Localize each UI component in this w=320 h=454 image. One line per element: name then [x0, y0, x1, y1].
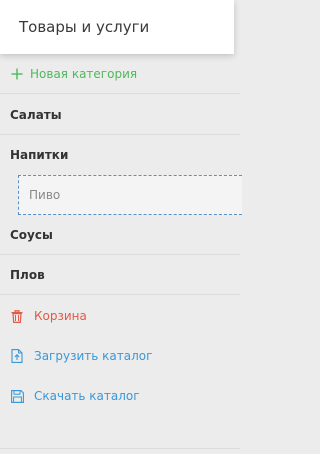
footer-divider: [0, 448, 240, 449]
category-item-drinks[interactable]: Напитки: [0, 135, 240, 175]
download-catalog-button[interactable]: Скачать каталог: [0, 376, 240, 416]
category-label: Салаты: [10, 107, 62, 122]
panel-header: Товары и услуги: [0, 0, 234, 54]
trash-button[interactable]: Корзина: [0, 296, 240, 336]
catalog-sidebar: Товары и услуги Новая категория Салаты Н…: [0, 0, 242, 454]
category-label: Напитки: [10, 148, 69, 162]
trash-label: Корзина: [34, 309, 87, 323]
category-item-pilaf[interactable]: Плов: [0, 255, 240, 295]
upload-file-icon: [10, 349, 24, 363]
new-category-label: Новая категория: [30, 66, 138, 81]
category-item-sauces[interactable]: Соусы: [0, 215, 240, 255]
subcategory-item-beer[interactable]: Пиво: [18, 175, 242, 215]
trash-icon: [10, 309, 24, 323]
download-catalog-label: Скачать каталог: [34, 389, 140, 403]
plus-icon: [10, 67, 24, 81]
save-icon: [10, 389, 24, 403]
upload-catalog-label: Загрузить каталог: [34, 349, 153, 363]
subcategory-label: Пиво: [29, 188, 61, 202]
category-label: Плов: [10, 267, 45, 282]
category-label: Соусы: [10, 227, 53, 242]
new-category-button[interactable]: Новая категория: [0, 54, 240, 94]
upload-catalog-button[interactable]: Загрузить каталог: [0, 336, 240, 376]
category-item-salads[interactable]: Салаты: [0, 95, 240, 135]
panel-title: Товары и услуги: [19, 18, 150, 36]
